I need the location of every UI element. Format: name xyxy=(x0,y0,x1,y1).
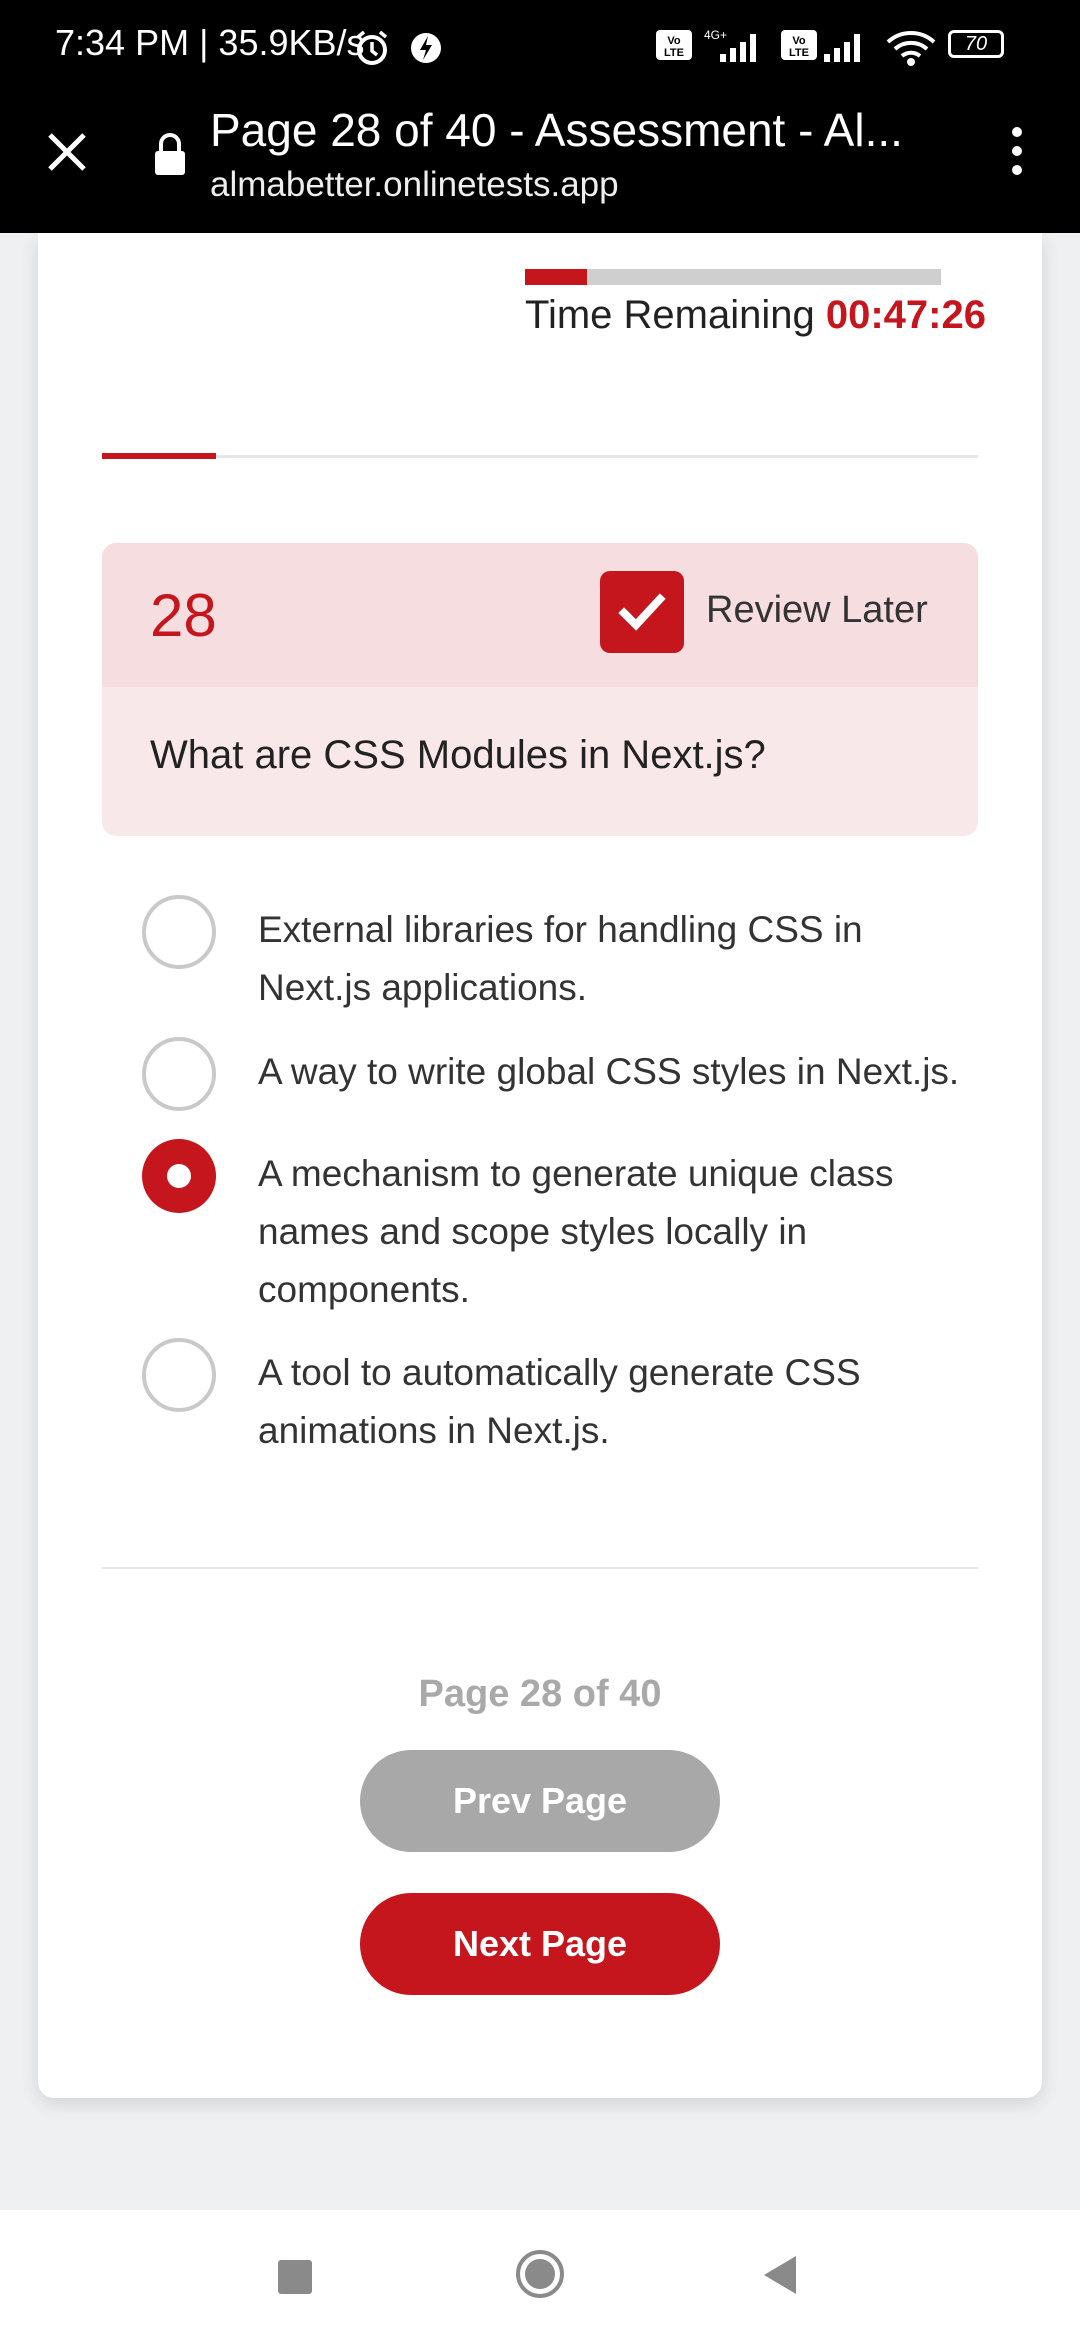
option-text[interactable]: A way to write global CSS styles in Next… xyxy=(258,1043,978,1101)
status-time: 7:34 PM | 35.9KB/s xyxy=(55,22,365,63)
option-text[interactable]: External libraries for handling CSS in N… xyxy=(258,901,978,1017)
url-text[interactable]: almabetter.onlinetests.app xyxy=(210,165,619,205)
timer-progress-fill xyxy=(525,269,588,285)
review-later-checkbox[interactable] xyxy=(600,571,684,653)
system-nav-bar xyxy=(0,2210,1080,2340)
lock-icon xyxy=(155,133,185,175)
svg-text:LTE: LTE xyxy=(664,47,684,59)
signal-4g-icon: 4G+ xyxy=(704,28,756,62)
next-page-button[interactable]: Next Page xyxy=(360,1893,720,1995)
page-indicator: Page 28 of 40 xyxy=(418,1673,662,1715)
question-text: What are CSS Modules in Next.js? xyxy=(150,733,766,777)
prev-page-button[interactable]: Prev Page xyxy=(360,1750,720,1852)
svg-text:LTE: LTE xyxy=(789,47,809,59)
assessment-card: Time Remaining 00:47:26 28 Review Later … xyxy=(38,233,1042,2098)
volte-icon: Vo LTE xyxy=(656,30,692,60)
option-text[interactable]: A tool to automatically generate CSS ani… xyxy=(258,1344,978,1460)
svg-text:Vo: Vo xyxy=(667,35,681,47)
recent-apps-icon[interactable] xyxy=(278,2260,312,2294)
battery-icon: 70 xyxy=(948,30,1004,58)
home-icon[interactable] xyxy=(514,2248,566,2300)
back-icon[interactable] xyxy=(762,2254,798,2296)
time-remaining-label: Time Remaining xyxy=(525,293,815,337)
wifi-icon xyxy=(886,31,936,66)
question-number: 28 xyxy=(150,582,217,649)
question-progress-bar xyxy=(102,453,978,459)
signal-icon xyxy=(824,34,860,62)
review-later-label[interactable]: Review Later xyxy=(706,589,928,632)
radio-button[interactable] xyxy=(142,895,216,969)
browser-toolbar: Page 28 of 40 - Assessment - Al... almab… xyxy=(0,95,1080,233)
checkmark-icon xyxy=(618,593,666,631)
time-remaining: Time Remaining 00:47:26 xyxy=(525,293,986,338)
status-bar: 7:34 PM | 35.9KB/s Vo LTE 4G+ Vo LTE 70 xyxy=(0,0,1080,95)
more-options-icon[interactable] xyxy=(1000,123,1034,183)
data-saver-icon xyxy=(411,33,441,63)
radio-button-selected[interactable] xyxy=(142,1139,216,1213)
volte-icon-2: Vo LTE xyxy=(781,30,817,60)
option-text[interactable]: A mechanism to generate unique class nam… xyxy=(258,1145,978,1319)
svg-text:Vo: Vo xyxy=(792,35,806,47)
radio-button[interactable] xyxy=(142,1037,216,1111)
question-box: 28 Review Later What are CSS Modules in … xyxy=(102,543,978,836)
radio-button[interactable] xyxy=(142,1338,216,1412)
question-header: 28 Review Later xyxy=(102,543,978,687)
close-icon[interactable] xyxy=(40,125,94,179)
question-progress-fill xyxy=(102,453,216,459)
alarm-icon xyxy=(356,30,388,65)
timer-progress-bar xyxy=(525,269,941,285)
page-title: Page 28 of 40 - Assessment - Al... xyxy=(210,104,903,156)
svg-text:4G+: 4G+ xyxy=(704,28,727,42)
divider xyxy=(102,1567,978,1569)
time-remaining-value: 00:47:26 xyxy=(825,293,986,337)
